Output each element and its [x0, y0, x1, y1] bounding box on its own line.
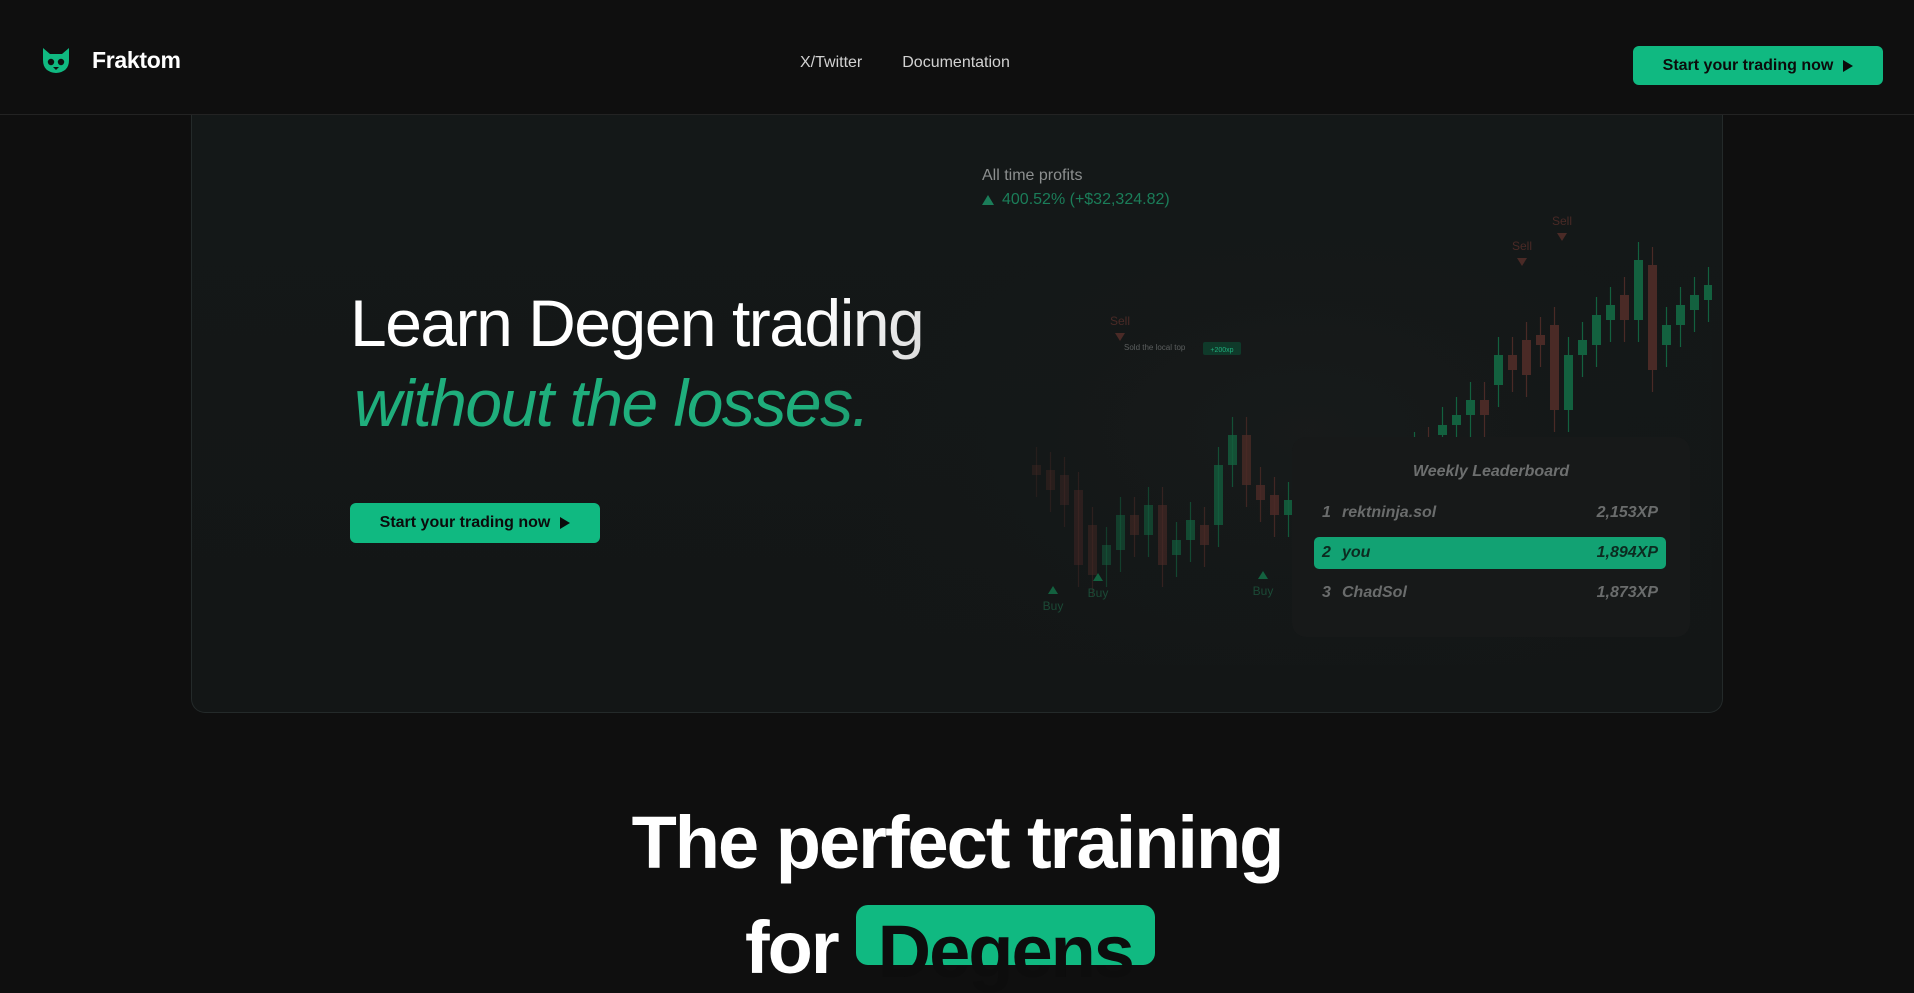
candle-body [1032, 465, 1041, 475]
candle-body [1676, 305, 1685, 325]
candle-body [1592, 315, 1601, 345]
candle-body [1130, 515, 1139, 535]
leaderboard-row: 3 ChadSol 1,873XP [1314, 577, 1666, 609]
candle-body [1102, 545, 1111, 565]
candle-body [1620, 295, 1629, 320]
candle-body [1228, 435, 1237, 465]
candle-body [1452, 415, 1461, 425]
candle-body [1088, 525, 1097, 575]
brand-name: Fraktom [92, 46, 181, 73]
candle-body [1690, 295, 1699, 310]
candle-body [1564, 355, 1573, 410]
leaderboard-name: rektninja.sol [1342, 504, 1437, 521]
candle-body [1200, 525, 1209, 545]
candle-body [1172, 540, 1181, 555]
candle-body [1214, 465, 1223, 525]
candle-body [1438, 425, 1447, 435]
candle-body [1494, 355, 1503, 385]
buy-marker-label: Buy [1088, 586, 1109, 600]
all-time-profits-value: 400.52% (+$32,324.82) [982, 191, 1170, 209]
profits-value-text: 400.52% (+$32,324.82) [1002, 191, 1170, 208]
leaderboard-rank: 1 [1322, 504, 1331, 521]
owl-logo-icon [43, 48, 69, 73]
start-trading-button-hero[interactable]: Start your trading now [350, 503, 600, 543]
logo[interactable]: Fraktom [40, 46, 181, 74]
section-title-prefix: for [745, 906, 840, 989]
candle-body [1536, 335, 1545, 345]
leaderboard-rank: 2 [1322, 544, 1331, 561]
top-navigation-bar: Fraktom X/Twitter Documentation Start yo… [0, 0, 1914, 115]
sell-marker-label: Sell [1512, 239, 1532, 253]
candle-body [1158, 505, 1167, 565]
candle-body [1060, 475, 1069, 505]
hero-card: Learn Degen trading without the losses. … [191, 115, 1723, 713]
candle-body [1144, 505, 1153, 535]
candle-body [1046, 470, 1055, 490]
buy-marker-label: Buy [1043, 599, 1064, 613]
candle-body [1074, 490, 1083, 565]
buy-marker-label: Buy [1253, 584, 1274, 598]
candle-body [1270, 495, 1279, 515]
candle-body [1242, 435, 1251, 485]
candle-body [1704, 285, 1712, 300]
candle-body [1480, 400, 1489, 415]
leaderboard-xp: 1,873XP [1596, 584, 1658, 601]
candle-body [1466, 400, 1475, 415]
section-title-highlight: Degens [855, 905, 1155, 989]
main-nav: X/Twitter Documentation [800, 54, 1010, 72]
candle-body [1550, 325, 1559, 410]
candle-body [1116, 515, 1125, 550]
sell-marker-label: Sell [1110, 314, 1130, 328]
candle-body [1186, 520, 1195, 540]
start-trading-label: Start your trading now [1662, 56, 1834, 74]
start-trading-label: Start your trading now [379, 514, 551, 531]
section-title: The perfect training [631, 801, 1285, 884]
all-time-profits-label: All time profits [982, 167, 1083, 184]
leaderboard-name: ChadSol [1342, 584, 1407, 601]
weekly-leaderboard: Weekly Leaderboard 1 rektninja.sol 2,153… [1292, 437, 1690, 637]
chart-note-badge-text: +200xp [1210, 347, 1233, 354]
leaderboard-row: 1 rektninja.sol 2,153XP [1314, 497, 1666, 529]
candle-body [1648, 265, 1657, 370]
candle-body [1578, 340, 1587, 355]
candle-body [1606, 305, 1615, 320]
leaderboard-xp: 1,894XP [1596, 544, 1658, 561]
leaderboard-row-current-user: 2 you 1,894XP [1314, 537, 1666, 569]
leaderboard-rank: 3 [1322, 584, 1331, 601]
up-arrow-icon [982, 195, 994, 205]
leaderboard-xp: 2,153XP [1596, 504, 1658, 521]
candle-body [1522, 340, 1531, 375]
candle-body [1508, 355, 1517, 370]
hero-subtitle: without the losses. [354, 366, 870, 440]
candle-body [1634, 260, 1643, 320]
leaderboard-title: Weekly Leaderboard [1412, 463, 1570, 480]
play-icon [560, 517, 571, 529]
chart-note-text: Sold the local top [1124, 343, 1186, 352]
nav-link-twitter[interactable]: X/Twitter [800, 54, 862, 72]
start-trading-button-header[interactable]: Start your trading now [1633, 46, 1883, 85]
candle-body [1256, 485, 1265, 500]
candle-body [1662, 325, 1671, 345]
nav-link-documentation[interactable]: Documentation [902, 54, 1010, 72]
play-icon [1843, 59, 1854, 72]
leaderboard-name: you [1342, 544, 1371, 561]
section-title-line2: for Degens [745, 905, 1155, 990]
sell-marker-label: Sell [1552, 214, 1572, 228]
